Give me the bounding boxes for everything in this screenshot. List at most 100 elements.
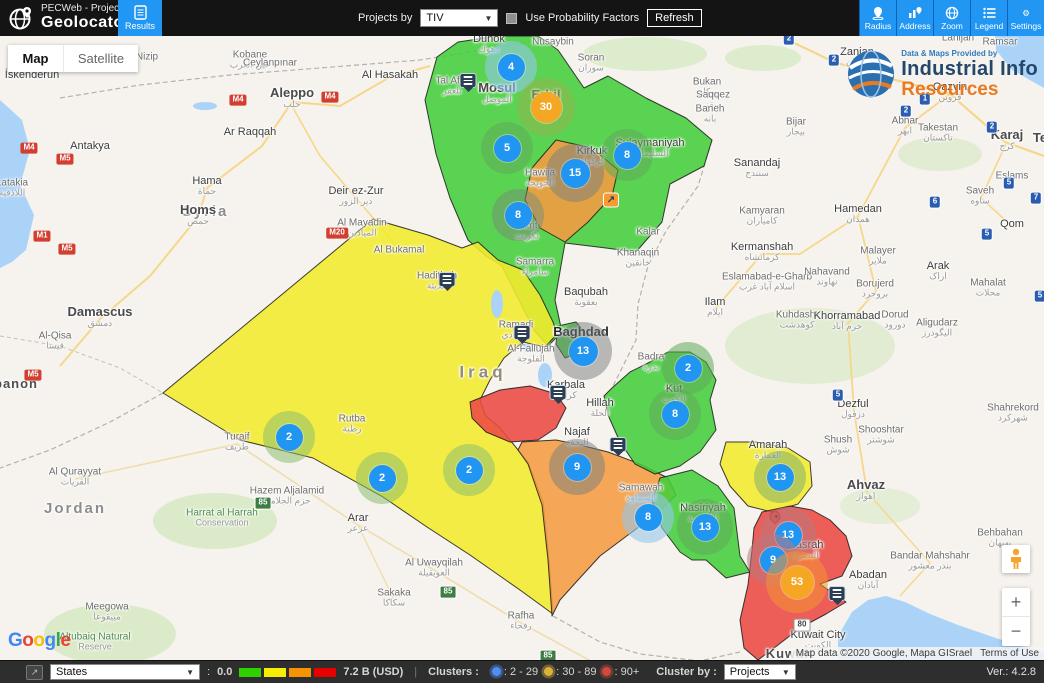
gear-icon: ⚙ (1022, 6, 1030, 20)
refresh-button[interactable]: Refresh (647, 9, 702, 27)
cluster-bubble[interactable]: 30 (517, 78, 575, 136)
cluster-count: 9 (564, 454, 591, 481)
zoom-out-button[interactable]: − (1002, 617, 1030, 646)
cluster-count: 4 (498, 54, 525, 81)
cluster-count: 8 (635, 504, 662, 531)
cluster-size-icon (492, 667, 501, 676)
scale-colon: : (207, 666, 210, 678)
cluster-bubble[interactable]: 13 (554, 322, 612, 380)
chevron-down-icon: ▼ (782, 668, 790, 677)
settings-button[interactable]: ⚙ Settings (1007, 0, 1044, 36)
projects-by-label: Projects by (358, 12, 412, 24)
park-patch (153, 493, 277, 549)
plant-marker[interactable] (439, 272, 456, 287)
app-logo: PECWeb - Project Geolocator (8, 3, 130, 32)
zoom-button[interactable]: Zoom (933, 0, 970, 36)
plant-marker[interactable] (829, 586, 846, 601)
cluster-count: 5 (494, 135, 521, 162)
radius-button-label: Radius (865, 21, 891, 31)
pegman-icon (1009, 548, 1023, 570)
globe-pin-icon (8, 5, 34, 31)
road-line (981, 144, 1014, 228)
legend-button-label: Legend (975, 21, 1003, 31)
probability-checkbox[interactable] (506, 13, 517, 24)
plant-marker[interactable] (550, 385, 567, 400)
legend-button[interactable]: Legend (970, 0, 1007, 36)
cluster-bubble[interactable]: 8 (622, 491, 674, 543)
cluster-bubble[interactable]: 2 (443, 444, 495, 496)
cluster-count: 8 (505, 202, 532, 229)
map-tab[interactable]: Map (8, 45, 63, 72)
radius-button[interactable]: Radius (859, 0, 896, 36)
iir-globe-icon (845, 48, 897, 100)
chevron-down-icon: ▼ (186, 668, 194, 677)
cluster-bubble[interactable]: 5 (481, 122, 533, 174)
cluster-count: 8 (614, 142, 641, 169)
map-attribution: Map data ©2020 Google, Mapa GISrael Term… (791, 647, 1044, 660)
lake-tharthar (491, 290, 503, 318)
cluster-count: 13 (767, 464, 794, 491)
map-canvas[interactable]: SyriaIraqJordanbanonKuwaitAleppoحلبAntak… (0, 36, 1044, 660)
status-bar: ↗ States ▼ : 0.0 7.2 B (USD) | Clusters … (0, 660, 1044, 683)
country-border (553, 616, 740, 660)
park-patch (725, 45, 801, 71)
industrial-info-logo: Data & Maps Provided by Industrial Info … (845, 48, 1038, 100)
cluster-bubble[interactable]: 8 (601, 129, 653, 181)
document-icon (134, 5, 147, 20)
cluster-bubble[interactable]: 2 (356, 452, 408, 504)
map-toolbar: Radius Address Zoom Legend (859, 0, 1044, 36)
radius-pin-icon (872, 6, 884, 20)
mediterranean-sea (0, 100, 34, 268)
cluster-bubble[interactable]: 9 (549, 439, 605, 495)
cluster-bubble[interactable]: 13 (677, 499, 733, 555)
lake-habbaniyah (523, 344, 533, 352)
cluster-count: 2 (456, 457, 483, 484)
country-border (0, 393, 163, 468)
cluster-range-label: : 2 - 29 (504, 666, 538, 678)
plant-marker[interactable] (610, 437, 627, 452)
cluster-range-label: : 90+ (614, 666, 639, 678)
map-type-control: Map Satellite (8, 45, 138, 72)
cluster-bubble[interactable]: 53 (766, 551, 828, 613)
address-button[interactable]: Address (896, 0, 933, 36)
cluster-bubble[interactable]: 8 (492, 189, 544, 241)
states-select[interactable]: States ▼ (50, 664, 200, 680)
pegman-control[interactable] (1002, 545, 1030, 573)
top-header: PECWeb - Project Geolocator Results Proj… (0, 0, 1044, 36)
cluster-bubble[interactable]: 2 (263, 411, 315, 463)
lake-razzaza (538, 363, 552, 387)
cluster-by-select[interactable]: Projects ▼ (724, 664, 796, 680)
plant-marker[interactable] (514, 325, 531, 340)
terms-of-use-link[interactable]: Terms of Use (980, 648, 1039, 659)
panel-toggle-button[interactable]: ↗ (26, 665, 43, 680)
chevron-down-icon: ▼ (485, 14, 493, 23)
cluster-count: 13 (692, 514, 719, 541)
arrow-marker[interactable]: ↗ (603, 193, 619, 208)
zoom-in-button[interactable]: + (1002, 588, 1030, 617)
cluster-count: 2 (369, 465, 396, 492)
projects-by-value: TIV (426, 12, 443, 24)
cluster-count: 30 (531, 92, 562, 123)
zoom-button-label: Zoom (941, 21, 963, 31)
states-select-value: States (56, 666, 87, 678)
cluster-bubble[interactable]: 8 (649, 388, 701, 440)
probability-label: Use Probability Factors (525, 12, 639, 24)
address-pin-icon (908, 6, 922, 20)
park-patch (725, 308, 895, 384)
scale-swatch (314, 668, 336, 677)
scale-max-label: 7.2 B (USD) (343, 666, 403, 678)
projects-by-select[interactable]: TIV ▼ (420, 9, 498, 27)
footer-separator: | (410, 666, 421, 678)
country-border (0, 336, 163, 393)
app-window: PECWeb - Project Geolocator Results Proj… (0, 0, 1044, 683)
cluster-by-label: Cluster by : (656, 666, 717, 678)
satellite-tab[interactable]: Satellite (63, 45, 138, 72)
cluster-bubble[interactable]: 13 (754, 451, 806, 503)
results-button[interactable]: Results (118, 0, 162, 36)
cluster-bubble[interactable]: 15 (546, 144, 604, 202)
scale-swatch (239, 668, 261, 677)
cluster-bubble[interactable]: 2 (662, 342, 714, 394)
list-icon (983, 6, 996, 20)
plant-marker[interactable] (460, 73, 477, 88)
cluster-count: 2 (276, 424, 303, 451)
